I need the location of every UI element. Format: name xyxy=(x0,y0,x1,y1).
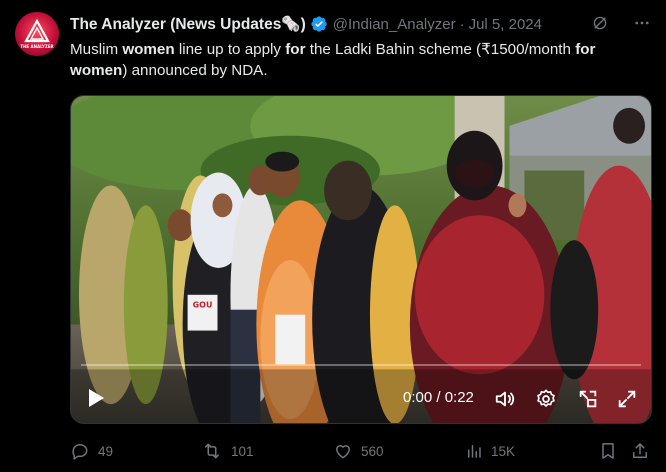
like-count: 560 xyxy=(361,443,384,459)
tweet-date[interactable]: Jul 5, 2024 xyxy=(469,16,542,33)
tweet-text-segment: the Ladki Bahin scheme (₹1500/month xyxy=(305,41,576,58)
reply-count: 49 xyxy=(98,443,114,459)
share-icon xyxy=(633,443,647,458)
views-icon xyxy=(468,445,481,458)
reply-button[interactable]: 49 xyxy=(70,438,113,464)
settings-icon[interactable] xyxy=(534,387,558,411)
more-icon[interactable] xyxy=(632,13,652,33)
bookmark-button[interactable] xyxy=(598,438,618,464)
avatar[interactable]: THE ANALYZER xyxy=(15,12,59,56)
tweet-header: The Analyzer (News Updates🗞️) @Indian_An… xyxy=(70,13,654,35)
repost-icon xyxy=(205,443,219,459)
like-icon xyxy=(336,445,350,459)
verified-badge-icon xyxy=(310,15,328,33)
analyzer-logo-icon: THE ANALYZER xyxy=(20,18,54,49)
tweet-text-segment: Muslim xyxy=(70,41,123,58)
video-progress-bar[interactable] xyxy=(81,364,641,366)
tweet-actions: 49 101 560 15K xyxy=(70,438,650,464)
separator-dot: · xyxy=(459,15,465,33)
tweet-text-segment: ) announced by NDA. xyxy=(122,62,268,79)
video-frame-image: GOU xyxy=(71,96,651,423)
tweet-text-segment: line up to apply xyxy=(174,41,286,58)
grok-icon[interactable] xyxy=(590,13,610,33)
tweet-text-bold-segment: women xyxy=(122,41,175,58)
play-icon[interactable] xyxy=(87,385,111,411)
svg-text:THE ANALYZER: THE ANALYZER xyxy=(20,44,53,49)
author-name[interactable]: The Analyzer (News Updates🗞️) xyxy=(70,15,306,34)
bookmark-icon xyxy=(602,443,614,459)
views-count: 15K xyxy=(491,443,516,459)
fullscreen-icon[interactable] xyxy=(615,387,639,411)
reply-icon xyxy=(72,444,88,460)
video-controls: 0:00 / 0:22 xyxy=(71,375,651,423)
video-time: 0:00 / 0:22 xyxy=(403,389,474,406)
repost-button[interactable]: 101 xyxy=(201,438,254,464)
picture-in-picture-icon[interactable] xyxy=(576,387,600,411)
views-button[interactable]: 15K xyxy=(465,438,515,464)
video-player[interactable]: GOU 0:00 / 0:22 xyxy=(70,95,652,424)
like-button[interactable]: 560 xyxy=(333,438,384,464)
repost-count: 101 xyxy=(231,443,254,459)
share-button[interactable] xyxy=(630,438,650,464)
tweet-text-bold-segment: for xyxy=(285,41,306,58)
tweet-text: Muslim women line up to apply for the La… xyxy=(70,39,650,81)
svg-text:GOU: GOU xyxy=(193,301,213,310)
author-handle[interactable]: @Indian_Analyzer xyxy=(333,16,456,33)
volume-icon[interactable] xyxy=(493,387,517,411)
